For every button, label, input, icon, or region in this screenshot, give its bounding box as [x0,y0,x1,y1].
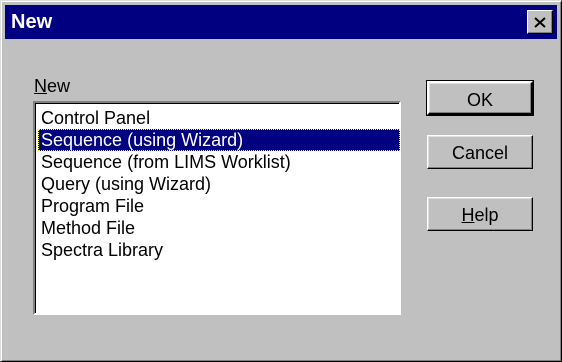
list-item-spectra-library[interactable]: Spectra Library [38,239,400,261]
list-label: New [34,75,70,97]
window-title: New [11,11,53,33]
close-button[interactable] [527,10,553,34]
help-label-rest: elp [474,205,499,225]
list-item-control-panel[interactable]: Control Panel [38,107,400,129]
list-item-program-file[interactable]: Program File [38,195,400,217]
list-label-rest: ew [47,76,71,96]
list-item-sequence-wizard[interactable]: Sequence (using Wizard) [38,129,400,151]
ok-button[interactable]: OK [426,80,534,116]
list-item-method-file[interactable]: Method File [38,217,400,239]
list-item-sequence-lims[interactable]: Sequence (from LIMS Worklist) [38,151,400,173]
close-icon [534,16,546,28]
cancel-button[interactable]: Cancel [427,135,533,169]
title-bar[interactable]: New [5,5,557,39]
help-button[interactable]: Help [427,197,533,231]
new-item-listbox[interactable]: Control Panel Sequence (using Wizard) Se… [33,101,401,315]
help-accelerator: H [461,205,475,225]
list-label-accelerator: N [34,76,47,96]
new-dialog: New New Control Panel Sequence (using Wi… [0,0,562,362]
list-item-query-wizard[interactable]: Query (using Wizard) [38,173,400,195]
